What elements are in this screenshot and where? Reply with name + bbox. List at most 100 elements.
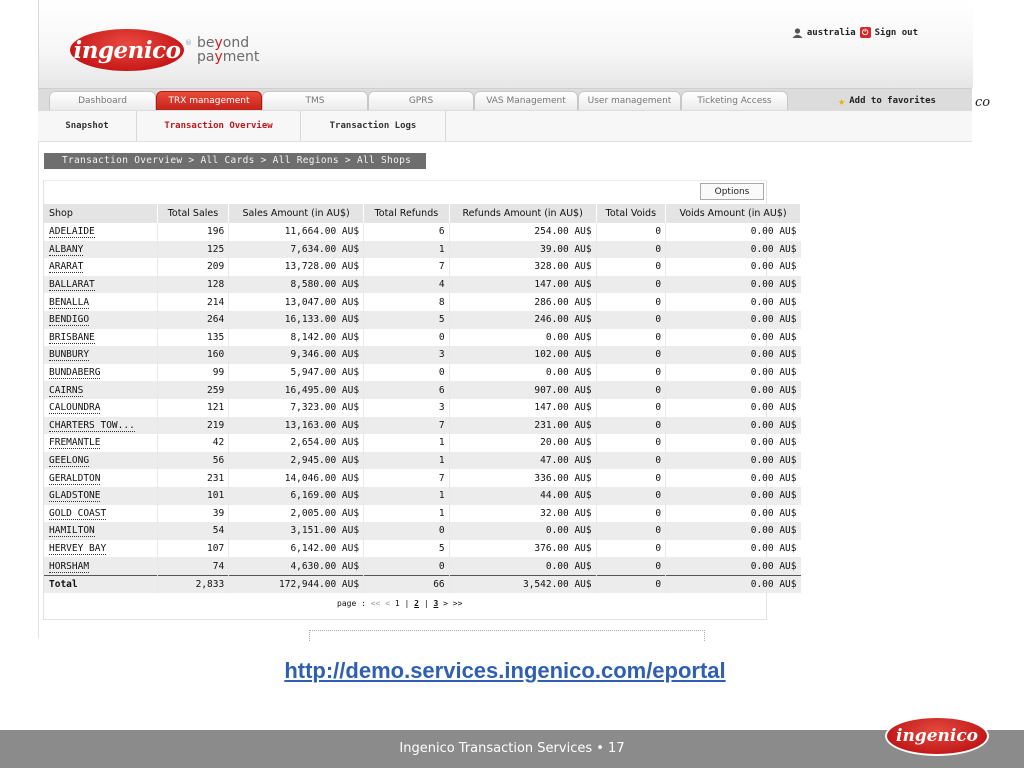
column-header-sales-amount[interactable]: Sales Amount (in AU$): [228, 204, 365, 223]
shop-link[interactable]: ALBANY: [49, 243, 84, 256]
cell-total-refunds: 3: [363, 398, 450, 417]
cell-sales-amount: 2,005.00 AU$: [228, 504, 364, 523]
tab-gprs[interactable]: GPRS: [368, 91, 474, 110]
table-row: BENDIGO 264 16,133.00 AU$ 5 246.00 AU$ 0 0.00 …: [44, 310, 801, 329]
cell-sales-amount: 13,047.00 AU$: [228, 293, 364, 311]
subnav-snapshot[interactable]: Snapshot: [38, 111, 137, 141]
cell-total-sales: 99: [156, 363, 229, 382]
previous-page-link[interactable]: <: [385, 599, 390, 608]
page-2-link[interactable]: 2: [414, 599, 419, 608]
shop-link[interactable]: GOLD COAST: [49, 507, 107, 520]
cell-refunds-amount: 376.00 AU$: [448, 539, 597, 558]
table-row: CAIRNS 259 16,495.00 AU$ 6 907.00 AU$ 0 0.00 A…: [44, 381, 801, 399]
cell-total-sales: 209: [156, 258, 229, 276]
tab-dashboard[interactable]: Dashboard: [49, 91, 156, 110]
column-header-voids-amount[interactable]: Voids Amount (in AU$): [665, 204, 801, 223]
cell-total-sales: 264: [156, 310, 229, 329]
page-3-link[interactable]: 3: [433, 599, 438, 608]
cell-sales-amount: 4,630.00 AU$: [228, 557, 364, 576]
subnav-transaction-overview[interactable]: Transaction Overview: [137, 111, 301, 141]
cell-total-voids: 0: [595, 469, 666, 487]
cell-shop: GERALDTON: [44, 469, 157, 487]
shop-link[interactable]: BALLARAT: [49, 279, 95, 292]
options-button[interactable]: Options: [700, 183, 764, 200]
cell-shop: HERVEY BAY: [44, 540, 157, 558]
cell-total-voids: 0: [595, 486, 666, 505]
cell-total-refunds: 0: [363, 363, 450, 382]
cell-refunds-amount: 47.00 AU$: [448, 451, 597, 470]
next-page-link[interactable]: >: [443, 599, 448, 608]
shop-link[interactable]: GLADSTONE: [49, 490, 101, 503]
cell-total-voids: 0: [595, 275, 666, 294]
cell-voids-amount: 0.00 AU$: [665, 522, 801, 540]
cell-total-refunds: 1: [363, 486, 450, 505]
tab-ticketing-access[interactable]: Ticketing Access: [681, 91, 788, 110]
shop-link[interactable]: CAIRNS: [49, 384, 84, 397]
shop-link[interactable]: BUNBURY: [49, 349, 90, 362]
ingenico-logo[interactable]: ingenico: [70, 29, 184, 71]
shop-link[interactable]: HAMILTON: [49, 525, 95, 538]
shop-link[interactable]: CALOUNDRA: [49, 402, 101, 415]
cell-total-refunds: 1: [363, 504, 450, 523]
tab-tms[interactable]: TMS: [262, 91, 368, 110]
cell-total-sales: 231: [156, 469, 229, 487]
shop-link[interactable]: CHARTERS TOW...: [49, 419, 135, 432]
cell-refunds-amount: 102.00 AU$: [448, 346, 597, 364]
column-header-shop[interactable]: Shop: [44, 204, 158, 223]
table-row: BUNBURY 160 9,346.00 AU$ 3 102.00 AU$ 0 0.00 A…: [44, 346, 801, 364]
cell-shop: BENDIGO: [44, 310, 158, 329]
cell-sales-amount: 5,947.00 AU$: [228, 363, 364, 382]
cell-sales-amount: 9,346.00 AU$: [228, 346, 364, 364]
shop-link[interactable]: BUNDABERG: [49, 367, 101, 380]
cell-shop: BUNDABERG: [44, 364, 157, 382]
add-to-favorites-button[interactable]: ★ Add to favorites: [838, 92, 936, 110]
shop-link[interactable]: FREMANTLE: [49, 437, 101, 450]
main-tabs: Dashboard TRX management TMS GPRS VAS Ma…: [38, 88, 972, 112]
shop-link[interactable]: ARARAT: [49, 261, 84, 274]
tagline-line-1: beyond: [197, 35, 250, 51]
first-page-link[interactable]: <<: [371, 599, 381, 608]
demo-url-link[interactable]: http://demo.services.ingenico.com/eporta…: [0, 658, 1010, 684]
power-icon[interactable]: ⏻: [859, 27, 871, 38]
cell-total-voids: 0: [595, 223, 666, 241]
last-page-link[interactable]: >>: [453, 599, 463, 608]
sign-out-link[interactable]: Sign out: [875, 28, 918, 38]
tab-user-management[interactable]: User management: [578, 91, 681, 110]
column-header-refunds-amount[interactable]: Refunds Amount (in AU$): [448, 204, 597, 223]
cell-shop: GEELONG: [44, 451, 158, 470]
total-total-sales: 2,833: [156, 574, 229, 594]
column-header-total-sales[interactable]: Total Sales: [156, 204, 230, 223]
shop-link[interactable]: BENDIGO: [49, 314, 90, 327]
cell-voids-amount: 0.00 AU$: [665, 310, 801, 329]
shop-link[interactable]: BRISBANE: [49, 331, 95, 344]
subnav-transaction-logs[interactable]: Transaction Logs: [301, 111, 446, 141]
slide-footer: Ingenico Transaction Services • 17: [0, 730, 1024, 768]
shop-link[interactable]: HORSHAM: [49, 560, 90, 573]
cell-total-sales: 135: [156, 328, 229, 347]
shop-link[interactable]: GEELONG: [49, 455, 90, 468]
tab-trx-management[interactable]: TRX management: [156, 91, 262, 110]
shop-link[interactable]: BENALLA: [49, 296, 90, 309]
column-header-total-refunds[interactable]: Total Refunds: [363, 204, 450, 223]
cell-voids-amount: 0.00 AU$: [665, 258, 801, 276]
cell-total-voids: 0: [595, 240, 666, 259]
shop-link[interactable]: GERALDTON: [49, 472, 101, 485]
cell-voids-amount: 0.00 AU$: [665, 434, 801, 452]
cell-refunds-amount: 0.00 AU$: [448, 557, 597, 576]
column-header-total-voids[interactable]: Total Voids: [595, 204, 667, 223]
tab-vas-management[interactable]: VAS Management: [474, 91, 578, 110]
cell-shop: HORSHAM: [44, 557, 158, 576]
total-total-refunds: 66: [363, 574, 450, 594]
cell-total-sales: 214: [156, 293, 229, 311]
shop-link[interactable]: HERVEY BAY: [49, 542, 107, 555]
cell-refunds-amount: 32.00 AU$: [448, 504, 597, 523]
cell-refunds-amount: 44.00 AU$: [448, 486, 597, 505]
cell-shop: CAIRNS: [44, 381, 158, 399]
cell-total-sales: 121: [156, 398, 229, 417]
cell-sales-amount: 2,945.00 AU$: [228, 451, 364, 470]
cell-refunds-amount: 0.00 AU$: [448, 522, 597, 540]
shop-link[interactable]: ADELAIDE: [49, 226, 95, 239]
table-row: CALOUNDRA 121 7,323.00 AU$ 3 147.00 AU$ 0 0.00…: [44, 398, 801, 417]
cell-total-voids: 0: [595, 539, 666, 558]
cell-shop: GLADSTONE: [44, 486, 158, 505]
